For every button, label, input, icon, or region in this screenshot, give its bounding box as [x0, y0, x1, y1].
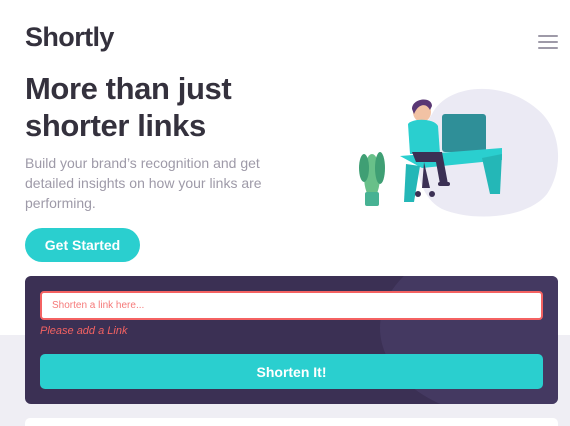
get-started-button[interactable]: Get Started: [25, 228, 140, 262]
result-card: [25, 418, 558, 426]
error-message: Please add a Link: [40, 325, 128, 337]
hero-subtitle: Build your brand’s recognition and get d…: [25, 155, 262, 211]
link-input[interactable]: [40, 291, 543, 320]
hero-title: More than just shorter links: [25, 71, 232, 143]
hamburger-menu-icon[interactable]: [538, 35, 558, 50]
working-illustration: [359, 88, 559, 217]
logo[interactable]: Shortly: [25, 22, 114, 53]
shorten-form: Please add a Link Shorten It!: [25, 276, 558, 404]
shorten-button[interactable]: Shorten It!: [40, 354, 543, 389]
